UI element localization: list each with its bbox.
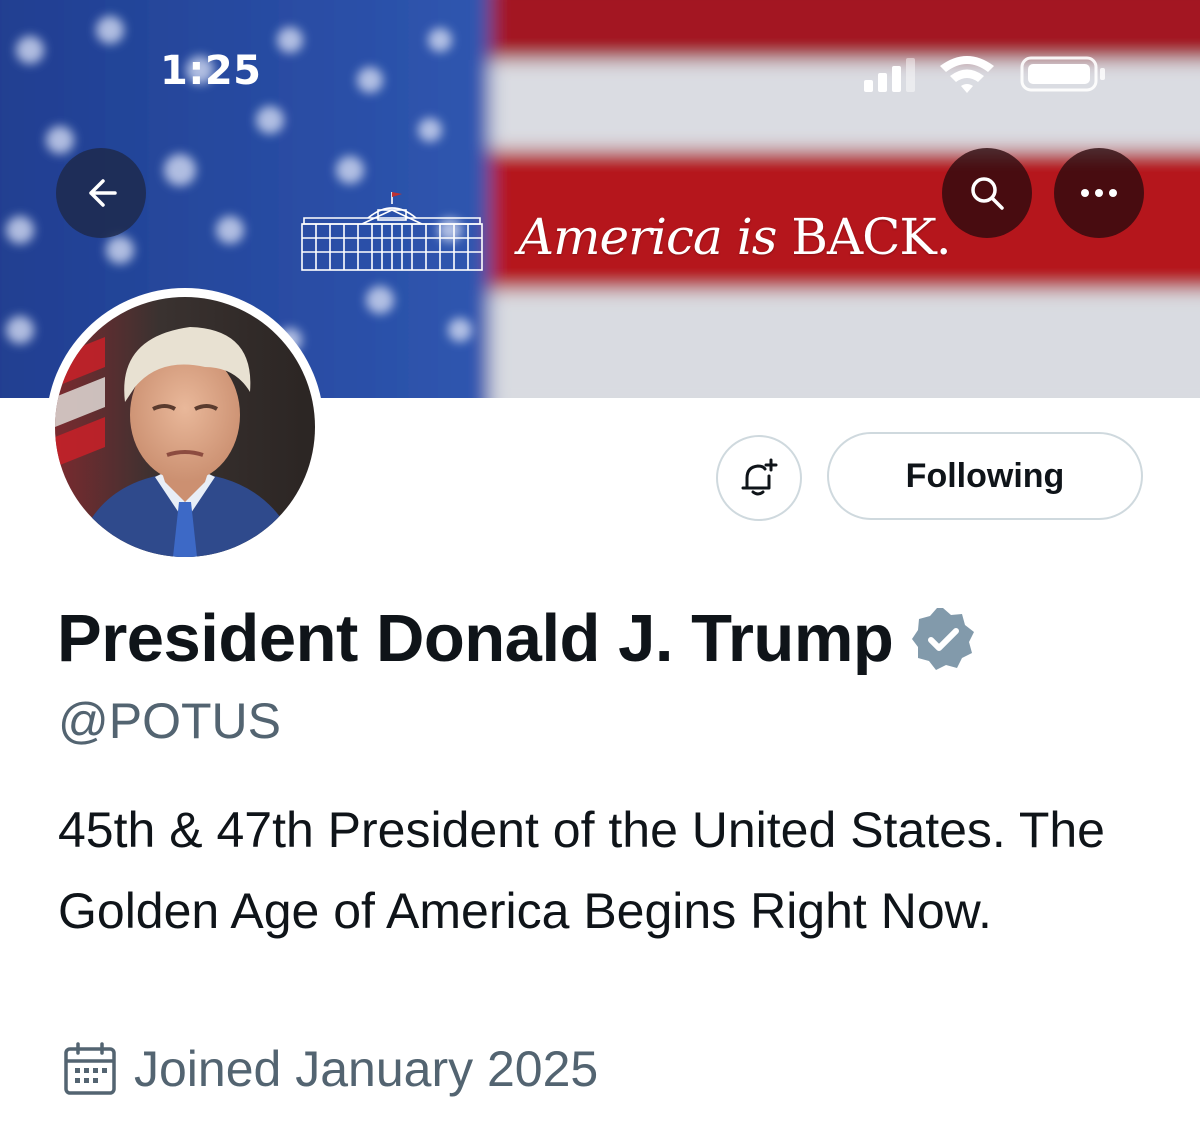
name-row: President Donald J. Trump (57, 600, 977, 677)
back-arrow-icon (89, 179, 117, 207)
status-time: 1:25 (160, 48, 262, 94)
search-icon (971, 177, 1004, 210)
verified-badge-icon[interactable] (909, 605, 977, 673)
profile-avatar[interactable] (46, 288, 324, 566)
white-house-logo (301, 192, 483, 271)
status-icons (864, 56, 1105, 93)
search-button[interactable] (942, 148, 1032, 238)
user-handle: @POTUS (58, 693, 281, 749)
more-button[interactable] (1054, 148, 1144, 238)
battery-icon (1020, 56, 1105, 92)
signal-icon (864, 58, 915, 92)
profile-bio: 45th & 47th President of the United Stat… (58, 802, 1105, 939)
display-name: President Donald J. Trump (57, 601, 894, 676)
joined-date: Joined January 2025 (62, 1040, 598, 1098)
more-icon (1081, 189, 1117, 197)
notifications-button[interactable] (716, 435, 802, 521)
back-button[interactable] (56, 148, 146, 238)
bell-plus-icon (741, 458, 778, 496)
avatar-image (55, 297, 315, 557)
following-button[interactable]: Following (827, 432, 1143, 520)
banner-slogan: America is BACK. (518, 208, 952, 266)
joined-text: Joined January 2025 (134, 1041, 599, 1097)
calendar-icon (64, 1042, 116, 1095)
wifi-icon (940, 56, 994, 93)
